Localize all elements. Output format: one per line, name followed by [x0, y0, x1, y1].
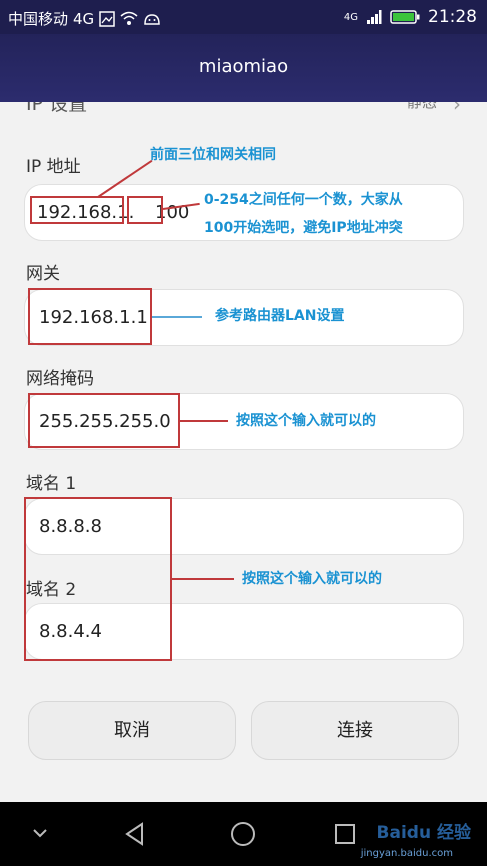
android-icon	[144, 13, 160, 25]
ip-address-prefix: 192.168.1.	[37, 202, 135, 223]
back-icon[interactable]	[124, 822, 146, 846]
gateway-value: 192.168.1.1	[39, 307, 148, 328]
status-bar: 中国移动 4G 4G 21:28	[0, 0, 487, 34]
netmask-note: 按照这个输入就可以的	[236, 413, 376, 429]
chevron-down-icon[interactable]	[32, 827, 48, 839]
clock: 21:28	[428, 7, 477, 27]
signal-network-label: 4G	[343, 11, 358, 23]
image-icon	[99, 10, 115, 27]
netmask-label: 网络掩码	[26, 369, 94, 389]
netmask-pointer	[180, 420, 228, 422]
connect-button[interactable]: 连接	[251, 701, 459, 760]
status-right: 4G 21:28	[344, 7, 477, 27]
dns-note: 按照这个输入就可以的	[242, 571, 382, 587]
ip-suffix-note-line1: 0-254之间任何一个数，大家从	[204, 192, 403, 208]
network-label: 4G	[73, 9, 95, 28]
battery-icon	[390, 10, 420, 24]
page-title: miaomiao	[198, 56, 289, 77]
cancel-button[interactable]: 取消	[28, 701, 236, 760]
signal-icon	[367, 10, 382, 24]
dns1-field[interactable]: 8.8.8.8	[24, 498, 464, 555]
baidu-watermark-url: jingyan.baidu.com	[360, 848, 453, 859]
ip-address-label: IP 地址	[26, 157, 81, 177]
dns2-value: 8.8.4.4	[39, 621, 102, 642]
recent-apps-icon[interactable]	[334, 823, 356, 845]
dns-pointer	[172, 578, 234, 580]
chevron-right-icon: ›	[453, 102, 461, 116]
ip-settings-label: IP 设置	[26, 102, 88, 115]
ip-suffix-note-line2: 100开始选吧，避免IP地址冲突	[204, 220, 403, 236]
title-bar: miaomiao	[0, 34, 487, 102]
gateway-label: 网关	[26, 264, 60, 284]
home-icon[interactable]	[230, 821, 256, 847]
gateway-pointer	[152, 316, 202, 318]
ip-settings-value: 静态	[406, 102, 437, 111]
ip-prefix-note: 前面三位和网关相同	[150, 147, 276, 163]
baidu-watermark: Baidu 经验	[376, 823, 471, 843]
gateway-note: 参考路由器LAN设置	[215, 308, 345, 324]
status-left: 中国移动 4G	[8, 8, 161, 29]
netmask-value: 255.255.255.0	[39, 411, 171, 432]
dns2-field[interactable]: 8.8.4.4	[24, 603, 464, 660]
dns2-label: 域名 2	[26, 580, 77, 600]
carrier-label: 中国移动	[8, 10, 69, 28]
dns1-label: 域名 1	[26, 474, 77, 494]
dns1-value: 8.8.8.8	[39, 516, 102, 537]
ip-settings-row[interactable]: IP 设置 静态 ›	[0, 102, 487, 124]
wifi-icon	[120, 11, 138, 25]
